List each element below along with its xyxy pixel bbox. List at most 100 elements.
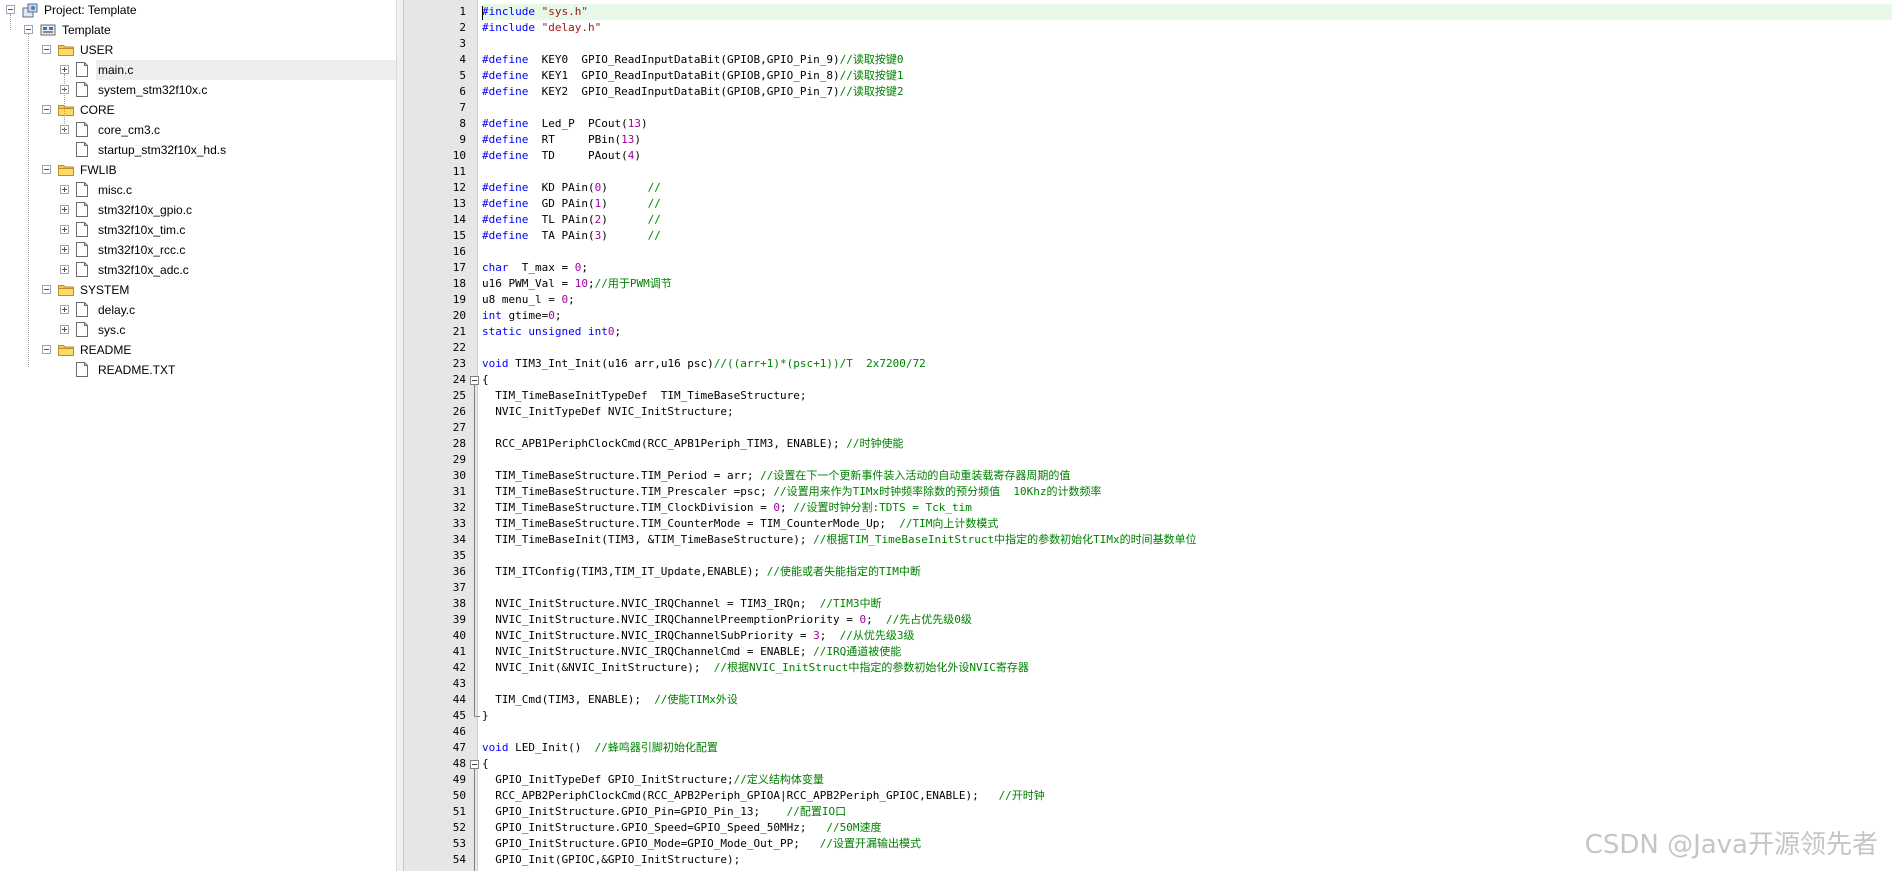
code-line[interactable]: RCC_APB2PeriphClockCmd(RCC_APB2Periph_GP… — [482, 788, 1045, 804]
code-line[interactable]: { — [482, 372, 489, 388]
code-line[interactable]: TIM_ITConfig(TIM3,TIM_IT_Update,ENABLE);… — [482, 564, 921, 580]
code-comment: //定义结构体变量 — [733, 773, 824, 786]
tree-file-label[interactable]: stm32f10x_gpio.c — [98, 200, 192, 220]
group-label[interactable]: FWLIB — [80, 160, 117, 180]
tree-file-label[interactable]: main.c — [98, 60, 133, 80]
code-line[interactable]: #define KEY0 GPIO_ReadInputDataBit(GPIOB… — [482, 52, 904, 68]
fold-marker-icon[interactable] — [470, 376, 479, 385]
collapse-icon[interactable] — [24, 25, 33, 34]
expand-icon[interactable] — [60, 225, 69, 234]
code-line[interactable]: #define GD PAin(1) // — [482, 196, 661, 212]
code-line[interactable]: #define KEY2 GPIO_ReadInputDataBit(GPIOB… — [482, 84, 904, 100]
code-line[interactable]: static unsigned int0; — [482, 324, 621, 340]
expand-icon[interactable] — [60, 245, 69, 254]
tree-file-label[interactable]: README.TXT — [98, 360, 175, 380]
group-label[interactable]: SYSTEM — [80, 280, 129, 300]
code-text: gtime= — [501, 309, 549, 322]
code-line[interactable]: u8 menu_l = 0; — [482, 292, 575, 308]
line-number: 7 — [459, 101, 466, 114]
expand-icon[interactable] — [60, 65, 69, 74]
code-line[interactable]: RCC_APB1PeriphClockCmd(RCC_APB1Periph_TI… — [482, 436, 904, 452]
tree-file-label[interactable]: sys.c — [98, 320, 125, 340]
code-line[interactable]: TIM_TimeBaseStructure.TIM_Period = arr; … — [482, 468, 1070, 484]
collapse-icon[interactable] — [42, 165, 51, 174]
code-line[interactable]: NVIC_InitTypeDef NVIC_InitStructure; — [482, 404, 733, 420]
code-line[interactable]: GPIO_InitStructure.GPIO_Pin=GPIO_Pin_13;… — [482, 804, 846, 820]
code-text: ) — [634, 133, 641, 146]
fold-guide-line — [474, 385, 475, 716]
collapse-icon[interactable] — [42, 45, 51, 54]
target-label[interactable]: Template — [62, 20, 111, 40]
code-text: GPIO_InitTypeDef GPIO_InitStructure; — [482, 773, 734, 786]
collapse-icon[interactable] — [42, 105, 51, 114]
tree-file-label[interactable]: misc.c — [98, 180, 132, 200]
code-comment: //根据NVIC_InitStruct中指定的参数初始化外设NVIC寄存器 — [713, 661, 1029, 674]
code-line[interactable]: #include "delay.h" — [482, 20, 601, 36]
tree-file-label[interactable]: delay.c — [98, 300, 135, 320]
tree-file-label[interactable]: core_cm3.c — [98, 120, 160, 140]
code-keyword: #define — [482, 69, 529, 82]
code-line[interactable]: #define RT PBin(13) — [482, 132, 641, 148]
code-line[interactable]: char T_max = 0; — [482, 260, 588, 276]
tree-file-label[interactable]: system_stm32f10x.c — [98, 80, 207, 100]
fold-end-marker — [474, 716, 480, 717]
code-line[interactable]: #include "sys.h" — [482, 4, 1892, 20]
tree-file-label[interactable]: stm32f10x_tim.c — [98, 220, 185, 240]
collapse-icon[interactable] — [6, 5, 15, 14]
code-line[interactable]: #define KEY1 GPIO_ReadInputDataBit(GPIOB… — [482, 68, 904, 84]
collapse-icon[interactable] — [42, 285, 51, 294]
tree-guide-line — [64, 74, 65, 130]
group-label[interactable]: CORE — [80, 100, 115, 120]
tree-file-label[interactable]: stm32f10x_adc.c — [98, 260, 189, 280]
code-line[interactable]: TIM_TimeBaseStructure.TIM_CounterMode = … — [482, 516, 998, 532]
tree-guide-line — [10, 14, 11, 30]
code-line[interactable]: GPIO_InitStructure.GPIO_Speed=GPIO_Speed… — [482, 820, 882, 836]
project-root-label[interactable]: Project: Template — [44, 0, 137, 20]
watermark: CSDN @Java开源领先者 — [1584, 830, 1878, 860]
code-line[interactable]: { — [482, 756, 489, 772]
code-line[interactable]: NVIC_InitStructure.NVIC_IRQChannel = TIM… — [482, 596, 881, 612]
code-line[interactable]: NVIC_Init(&NVIC_InitStructure); //根据NVIC… — [482, 660, 1029, 676]
code-line[interactable]: GPIO_InitTypeDef GPIO_InitStructure;//定义… — [482, 772, 824, 788]
code-line[interactable]: TIM_Cmd(TIM3, ENABLE); //使能TIMx外设 — [482, 692, 738, 708]
fold-marker-icon[interactable] — [470, 760, 479, 769]
collapse-icon[interactable] — [42, 345, 51, 354]
code-line[interactable]: TIM_TimeBaseStructure.TIM_ClockDivision … — [482, 500, 972, 516]
tree-file-label[interactable]: stm32f10x_rcc.c — [98, 240, 185, 260]
code-line[interactable]: TIM_TimeBaseInitTypeDef TIM_TimeBaseStru… — [482, 388, 806, 404]
code-line[interactable]: int gtime=0; — [482, 308, 561, 324]
expand-icon[interactable] — [60, 185, 69, 194]
code-line[interactable]: #define TD PAout(4) — [482, 148, 641, 164]
code-line[interactable]: NVIC_InitStructure.NVIC_IRQChannelCmd = … — [482, 644, 901, 660]
code-editor[interactable]: 1 2 3 4 5 6 7 8 9 10 11 12 13 14 15 16 17 18 19 20 21 22 23 24 2… — [404, 0, 1892, 871]
group-label[interactable]: README — [80, 340, 131, 360]
code-line[interactable]: void TIM3_Int_Init(u16 arr,u16 psc)//((a… — [482, 356, 926, 372]
code-line[interactable]: NVIC_InitStructure.NVIC_IRQChannelSubPri… — [482, 628, 914, 644]
line-number-gutter: 1 2 3 4 5 6 7 8 9 10 11 12 13 14 15 16 17 18 19 20 21 22 23 24 2… — [404, 0, 478, 871]
project-tree[interactable]: Project: Template Template USER main.c syste… — [0, 0, 396, 871]
code-line[interactable]: NVIC_InitStructure.NVIC_IRQChannelPreemp… — [482, 612, 972, 628]
line-number: 37 — [452, 581, 466, 594]
code-line[interactable]: u16 PWM_Val = 10;//用于PWM调节 — [482, 276, 672, 292]
code-line[interactable]: GPIO_InitStructure.GPIO_Mode=GPIO_Mode_O… — [482, 836, 921, 852]
code-line[interactable]: #define TA PAin(3) // — [482, 228, 661, 244]
code-keyword: #define — [482, 181, 529, 194]
code-line[interactable]: } — [482, 708, 489, 724]
code-line[interactable]: GPIO_Init(GPIOC,&GPIO_InitStructure); — [482, 852, 740, 868]
code-line[interactable]: TIM_TimeBaseStructure.TIM_Prescaler =psc… — [482, 484, 1101, 500]
expand-icon[interactable] — [60, 305, 69, 314]
group-label[interactable]: USER — [80, 40, 113, 60]
code-line[interactable]: #define TL PAin(2) // — [482, 212, 661, 228]
expand-icon[interactable] — [60, 265, 69, 274]
code-comment: //时钟使能 — [846, 437, 904, 450]
code-line[interactable]: #define Led_P PCout(13) — [482, 116, 648, 132]
tree-file-label[interactable]: startup_stm32f10x_hd.s — [98, 140, 226, 160]
code-line[interactable]: TIM_TimeBaseInit(TIM3, &TIM_TimeBaseStru… — [482, 532, 1196, 548]
pane-splitter[interactable] — [396, 0, 404, 871]
code-line[interactable]: #define KD PAin(0) // — [482, 180, 661, 196]
code-comment: //50M速度 — [826, 821, 882, 834]
line-number: 2 — [459, 21, 466, 34]
expand-icon[interactable] — [60, 205, 69, 214]
code-line[interactable]: void LED_Init() //蜂鸣器引脚初始化配置 — [482, 740, 718, 756]
expand-icon[interactable] — [60, 325, 69, 334]
